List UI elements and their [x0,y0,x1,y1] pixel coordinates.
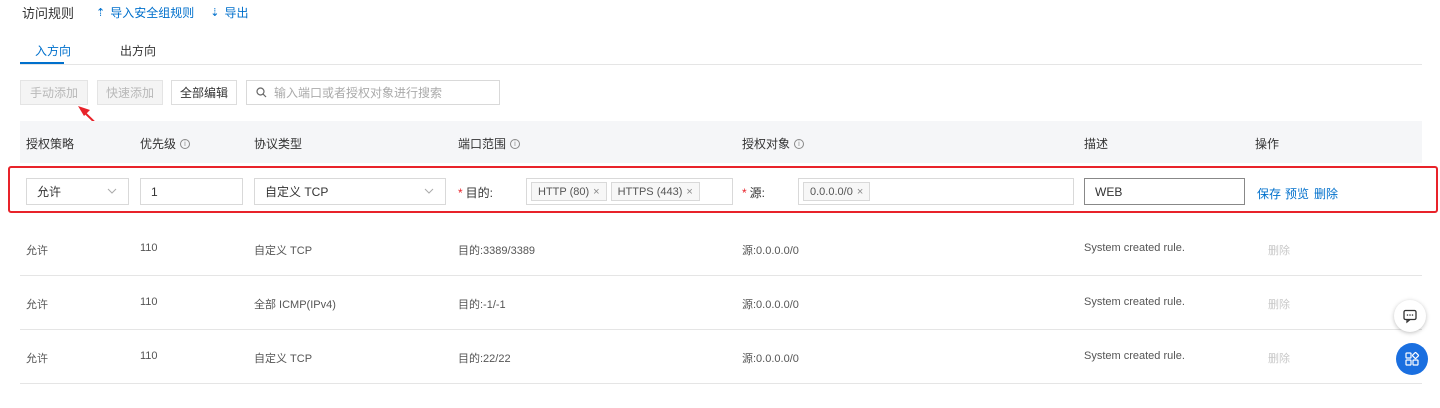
row-priority: 110 [140,296,158,308]
info-icon[interactable]: i [794,138,805,149]
row-protocol: 自定义 TCP [254,245,313,257]
row-delete-link[interactable]: 删除 [1268,242,1290,258]
page-title: 访问规则 [22,5,75,21]
col-priority: 优先级 i [140,135,191,152]
table-row: 允许 110 全部 ICMP(IPv4) 目的:-1/-1 源:0.0.0.0/… [20,276,1422,330]
active-tab-indicator [20,62,64,64]
source-label: * 源: [742,186,766,200]
apps-button[interactable] [1396,343,1428,375]
info-icon[interactable]: i [180,138,191,149]
export-label: 导出 [224,5,249,20]
search-placeholder: 输入端口或者授权对象进行搜索 [274,86,443,100]
chat-button[interactable] [1394,300,1426,332]
import-rules-label: 导入安全组规则 [110,5,195,20]
protocol-value: 自定义 TCP [265,185,329,199]
dest-tag-label: HTTP (80) [538,185,590,198]
close-icon[interactable]: × [857,186,863,198]
source-tag-label: 0.0.0.0/0 [810,185,853,198]
row-desc: System created rule. [1084,296,1185,308]
col-port-range: 端口范围 i [458,135,521,152]
row-priority: 110 [140,350,158,362]
row-delete-link[interactable]: 删除 [1268,350,1290,366]
policy-value: 允许 [37,185,62,199]
dest-tag: HTTP (80) × [531,182,607,201]
chevron-down-icon [107,188,117,194]
protocol-select[interactable]: 自定义 TCP [254,178,446,205]
col-port-range-label: 端口范围 [458,137,507,151]
row-delete-link[interactable]: 删除 [1268,296,1290,312]
row-desc: System created rule. [1084,242,1185,254]
row-desc: System created rule. [1084,350,1185,362]
col-auth-object: 授权对象 i [742,135,805,152]
table-header: 授权策略 优先级 i 协议类型 端口范围 i 授权对象 i 描述 操作 [20,121,1422,163]
import-rules-link[interactable]: ⇡ 导入安全组规则 [96,4,194,21]
delete-link[interactable]: 删除 [1314,185,1338,202]
preview-link[interactable]: 预览 [1285,185,1309,202]
col-actions: 操作 [1255,137,1280,151]
policy-select[interactable]: 允许 [26,178,129,205]
manual-add-button[interactable]: 手动添加 [20,80,88,105]
table-row: 允许 110 自定义 TCP 目的:3389/3389 源:0.0.0.0/0 … [20,222,1422,276]
source-input[interactable]: 0.0.0.0/0 × [798,178,1074,205]
row-protocol: 全部 ICMP(IPv4) [254,299,336,311]
source-tag: 0.0.0.0/0 × [803,182,871,201]
chevron-down-icon [424,188,434,194]
col-auth-object-label: 授权对象 [742,137,791,151]
col-description: 描述 [1084,137,1109,151]
col-protocol: 协议类型 [254,137,303,151]
row-policy: 允许 [26,353,48,365]
row-port: 目的:22/22 [458,353,511,365]
col-policy: 授权策略 [26,137,75,151]
download-icon: ⇣ [210,6,220,19]
dest-label: * 目的: [458,186,494,200]
direction-tabs: 入方向 出方向 [20,38,1422,65]
edit-all-button[interactable]: 全部编辑 [171,80,237,105]
chat-icon [1403,309,1417,324]
upload-icon: ⇡ [96,6,106,19]
col-priority-label: 优先级 [140,137,177,151]
close-icon[interactable]: × [686,186,692,198]
priority-input[interactable]: 1 [140,178,243,205]
table-row: 允许 110 自定义 TCP 目的:22/22 源:0.0.0.0/0 Syst… [20,330,1422,384]
row-protocol: 自定义 TCP [254,353,313,365]
apps-icon [1405,351,1420,366]
dest-port-input[interactable]: HTTP (80) × HTTPS (443) × [526,178,733,205]
row-object: 源:0.0.0.0/0 [742,245,799,257]
priority-value: 1 [151,184,158,199]
search-input[interactable]: 输入端口或者授权对象进行搜索 [246,80,500,105]
row-port: 目的:3389/3389 [458,245,536,257]
row-policy: 允许 [26,245,48,257]
quick-add-button[interactable]: 快速添加 [97,80,163,105]
row-object: 源:0.0.0.0/0 [742,353,799,365]
info-icon[interactable]: i [510,138,521,149]
dest-label-text: 目的: [465,186,494,200]
row-object: 源:0.0.0.0/0 [742,299,799,311]
source-label-text: 源: [749,186,766,200]
page-header: 访问规则 ⇡ 导入安全组规则 ⇣ 导出 [22,4,264,21]
row-port: 目的:-1/-1 [458,299,506,311]
tab-inbound[interactable]: 入方向 [35,42,71,59]
tab-outbound[interactable]: 出方向 [120,42,156,59]
save-link[interactable]: 保存 [1257,185,1281,202]
close-icon[interactable]: × [593,186,599,198]
row-priority: 110 [140,242,158,254]
description-value: WEB [1095,184,1123,199]
search-icon [256,87,267,98]
dest-tag: HTTPS (443) × [610,182,700,201]
dest-tag-label: HTTPS (443) [617,185,683,198]
row-policy: 允许 [26,299,48,311]
export-link[interactable]: ⇣ 导出 [210,4,248,21]
description-input[interactable]: WEB [1084,178,1245,205]
